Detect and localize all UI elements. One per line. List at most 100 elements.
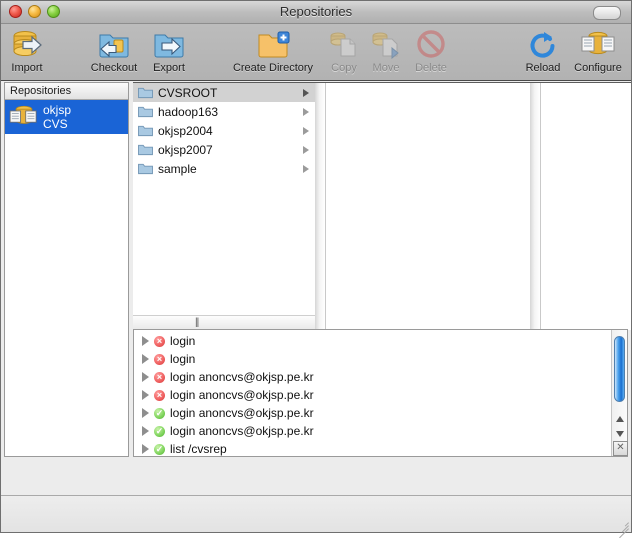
delete-icon xyxy=(411,26,451,62)
toolbar-label: Export xyxy=(153,62,185,74)
repository-icon xyxy=(9,104,39,130)
folder-row[interactable]: sample xyxy=(133,159,315,178)
chevron-right-icon xyxy=(303,145,309,154)
sidebar-item-type: CVS xyxy=(43,117,68,131)
log-row[interactable]: × login xyxy=(134,332,611,350)
browser-column-2[interactable] xyxy=(326,83,530,330)
folder-row[interactable]: okjsp2004 xyxy=(133,121,315,140)
window-title: Repositories xyxy=(279,4,353,19)
disclosure-triangle-icon[interactable] xyxy=(142,408,149,418)
horizontal-scrollbar[interactable]: || xyxy=(133,315,315,330)
arrow-down-icon xyxy=(615,430,624,437)
browser-column-3[interactable] xyxy=(541,83,631,330)
scroll-up-button[interactable] xyxy=(612,411,627,426)
toolbar-button-import[interactable]: Import xyxy=(5,26,49,74)
column-divider[interactable] xyxy=(530,83,541,330)
toolbar-button-delete[interactable]: Delete xyxy=(407,26,455,74)
toolbar-button-copy[interactable]: Copy xyxy=(323,26,365,74)
log-text: login anoncvs@okjsp.pe.kr xyxy=(170,406,314,420)
scroll-down-button[interactable] xyxy=(612,426,627,441)
sidebar-item-okjsp[interactable]: okjsp CVS xyxy=(5,100,128,134)
disclosure-triangle-icon[interactable] xyxy=(142,444,149,454)
toolbar-button-export[interactable]: Export xyxy=(145,26,193,74)
arrow-up-icon xyxy=(615,415,624,422)
folder-icon xyxy=(138,105,153,118)
error-glyph: × xyxy=(156,353,163,364)
error-icon: × xyxy=(154,389,165,401)
title-bar[interactable]: Repositories xyxy=(1,1,631,24)
log-text: login anoncvs@okjsp.pe.kr xyxy=(170,370,314,384)
main-toolbar: Import Checkout Export Create Directory … xyxy=(1,24,631,81)
chevron-right-icon xyxy=(303,126,309,135)
scrollbar-grip[interactable]: || xyxy=(195,317,199,328)
configure-icon xyxy=(578,26,618,62)
log-text: login xyxy=(170,352,196,366)
disclosure-triangle-icon[interactable] xyxy=(142,354,149,364)
folder-checkout-icon xyxy=(94,26,134,62)
log-row[interactable]: × login anoncvs@okjsp.pe.kr xyxy=(134,368,611,386)
toolbar-button-create-directory[interactable]: Create Directory xyxy=(223,26,323,74)
disclosure-triangle-icon[interactable] xyxy=(142,390,149,400)
sidebar-header: Repositories xyxy=(5,83,128,100)
log-row[interactable]: ✓ login anoncvs@okjsp.pe.kr xyxy=(134,404,611,422)
toolbar-toggle-button[interactable] xyxy=(593,6,621,20)
log-text: login anoncvs@okjsp.pe.kr xyxy=(170,424,314,438)
folder-icon xyxy=(138,162,153,175)
toolbar-label: Move xyxy=(372,62,400,74)
log-row[interactable]: × login xyxy=(134,350,611,368)
toolbar-button-reload[interactable]: Reload xyxy=(519,26,567,74)
toolbar-label: Delete xyxy=(415,62,447,74)
toolbar-button-move[interactable]: Move xyxy=(365,26,407,74)
success-glyph: ✓ xyxy=(155,443,164,454)
toolbar-label: Configure xyxy=(574,62,622,74)
folder-name: CVSROOT xyxy=(158,85,218,100)
folder-icon xyxy=(138,124,153,137)
disclosure-triangle-icon[interactable] xyxy=(142,372,149,382)
success-icon: ✓ xyxy=(154,443,165,455)
folder-name: hadoop163 xyxy=(158,104,219,119)
toolbar-label: Checkout xyxy=(90,62,138,74)
column-browser: CVSROOT hadoop163 okjsp2004 okjsp2007 sa… xyxy=(133,82,631,330)
copy-icon xyxy=(324,26,364,62)
clear-log-button[interactable]: ✕ xyxy=(613,441,628,456)
browser-column-1[interactable]: CVSROOT hadoop163 okjsp2004 okjsp2007 sa… xyxy=(133,83,315,330)
success-glyph: ✓ xyxy=(155,425,164,436)
repositories-window: Repositories Import Checkout Export Crea… xyxy=(0,0,632,538)
column-divider[interactable] xyxy=(315,83,326,330)
resize-grip[interactable] xyxy=(616,517,629,538)
toolbar-label: Copy xyxy=(331,62,357,74)
folder-name: sample xyxy=(158,161,197,176)
error-glyph: × xyxy=(156,389,163,400)
log-row[interactable]: × login anoncvs@okjsp.pe.kr xyxy=(134,386,611,404)
toolbar-button-checkout[interactable]: Checkout xyxy=(83,26,145,74)
error-glyph: × xyxy=(156,335,163,346)
folder-export-icon xyxy=(149,26,189,62)
log-text: login xyxy=(170,334,196,348)
error-icon: × xyxy=(154,335,165,347)
repositories-sidebar: Repositories okjsp CVS xyxy=(4,82,129,457)
log-row[interactable]: ✓ login anoncvs@okjsp.pe.kr xyxy=(134,422,611,440)
toolbar-label: Create Directory xyxy=(232,62,314,74)
reload-icon xyxy=(523,26,563,62)
success-glyph: ✓ xyxy=(155,407,164,418)
scrollbar-thumb[interactable] xyxy=(614,336,625,402)
chevron-right-icon xyxy=(303,107,309,116)
log-text: login anoncvs@okjsp.pe.kr xyxy=(170,388,314,402)
chevron-right-icon xyxy=(303,88,309,97)
content-area: Repositories okjsp CVS CVSROOT hadoop163… xyxy=(1,81,631,495)
database-import-icon xyxy=(7,26,47,62)
disclosure-triangle-icon[interactable] xyxy=(142,426,149,436)
disclosure-triangle-icon[interactable] xyxy=(142,336,149,346)
folder-row[interactable]: CVSROOT xyxy=(133,83,315,102)
log-text: list /cvsrep xyxy=(170,442,227,456)
error-icon: × xyxy=(154,371,165,383)
move-icon xyxy=(366,26,406,62)
log-list[interactable]: × login × login × login anoncvs@okjsp.pe… xyxy=(134,330,611,456)
log-panel: × login × login × login anoncvs@okjsp.pe… xyxy=(133,329,628,457)
folder-row[interactable]: okjsp2007 xyxy=(133,140,315,159)
log-row[interactable]: ✓ list /cvsrep xyxy=(134,440,611,456)
log-vertical-scrollbar[interactable]: ✕ xyxy=(611,330,628,456)
toolbar-button-configure[interactable]: Configure xyxy=(567,26,629,74)
folder-row[interactable]: hadoop163 xyxy=(133,102,315,121)
chevron-right-icon xyxy=(303,164,309,173)
